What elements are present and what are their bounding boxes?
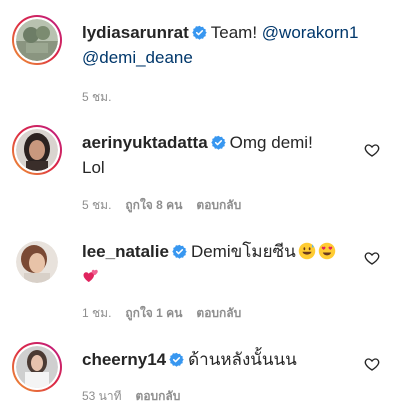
verified-badge-icon: [192, 25, 207, 40]
username-link[interactable]: aerinyuktadatta: [82, 133, 208, 152]
avatar-story-ring[interactable]: [12, 15, 62, 65]
comment-item-cheerny14: cheerny14 ด้านหลังนั้นนน 53 นาที ตอบกลับ: [0, 328, 411, 413]
avatar-frame: [14, 344, 60, 390]
username-link[interactable]: lydiasarunrat: [82, 23, 189, 42]
heart-eyes-emoji: [318, 242, 335, 260]
avatar-image: [16, 19, 58, 61]
likes-count-link[interactable]: ถูกใจ 8 คน: [125, 198, 182, 212]
comment-body: lydiasarunrat Team! @worakorn1 @demi_deane: [82, 20, 367, 70]
like-heart-icon[interactable]: [364, 142, 380, 158]
comment-text: ด้านหลังนั้นนน: [188, 350, 297, 369]
avatar-frame: [14, 127, 60, 173]
comment-text: Team!: [210, 23, 262, 42]
reply-button[interactable]: ตอบกลับ: [136, 389, 181, 403]
comment-timestamp[interactable]: 53 นาที: [82, 389, 122, 403]
comment-timestamp[interactable]: 5 ชม.: [82, 198, 111, 212]
mention-link[interactable]: @demi_deane: [82, 48, 193, 67]
comment-text: Demiขโมยซีน: [190, 242, 296, 261]
comment-meta: 53 นาที ตอบกลับ: [82, 387, 194, 406]
verified-badge-icon: [172, 244, 187, 259]
verified-badge-icon: [169, 352, 184, 367]
avatar-frame: [14, 17, 60, 63]
comment-text: Omg demi!: [229, 133, 313, 152]
comment-body: aerinyuktadatta Omg demi! Lol: [82, 130, 367, 180]
two-hearts-emoji: [83, 269, 98, 282]
mention-link[interactable]: @worakorn1: [262, 23, 359, 42]
reply-button[interactable]: ตอบกลับ: [196, 306, 241, 320]
verified-badge-icon: [210, 135, 226, 150]
username-link[interactable]: lee_natalie: [82, 242, 169, 261]
avatar-story-ring[interactable]: [12, 342, 62, 392]
avatar-image: [16, 346, 58, 388]
comment-meta: 1 ชม. ถูกใจ 1 คน ตอบกลับ: [82, 304, 255, 323]
like-heart-icon[interactable]: [364, 250, 380, 266]
comment-meta: 5 ชม. ถูกใจ 8 คน ตอบกลับ: [82, 196, 255, 215]
comment-body: cheerny14 ด้านหลังนั้นนน: [82, 347, 367, 372]
comment-text: Lol: [82, 158, 105, 177]
comment-item-lee_natalie: lee_natalie Demiขโมยซีน 1 ชม. ถูกใจ 1 คน ตอ…: [0, 222, 411, 328]
likes-count-link[interactable]: ถูกใจ 1 คน: [125, 306, 182, 320]
comment-timestamp[interactable]: 5 ชม.: [82, 90, 111, 104]
like-heart-icon[interactable]: [364, 356, 380, 372]
avatar-frame-plain[interactable]: [12, 237, 62, 287]
avatar-story-ring[interactable]: [12, 125, 62, 175]
comment-body: lee_natalie Demiขโมยซีน: [82, 239, 367, 289]
avatar-image: [16, 241, 58, 283]
comment-timestamp[interactable]: 1 ชม.: [82, 306, 111, 320]
reply-button[interactable]: ตอบกลับ: [196, 198, 241, 212]
grinning-sweat-emoji: [298, 242, 315, 260]
comment-item-lydiasarunrat: lydiasarunrat Team! @worakorn1 @demi_deane…: [0, 0, 411, 112]
avatar-image: [16, 129, 58, 171]
comment-meta: 5 ชม.: [82, 88, 125, 107]
username-link[interactable]: cheerny14: [82, 350, 166, 369]
comment-item-aerinyuktadatta: aerinyuktadatta Omg demi! Lol 5 ชม. ถูกใจ 8…: [0, 112, 411, 222]
avatar-frame: [14, 239, 60, 285]
